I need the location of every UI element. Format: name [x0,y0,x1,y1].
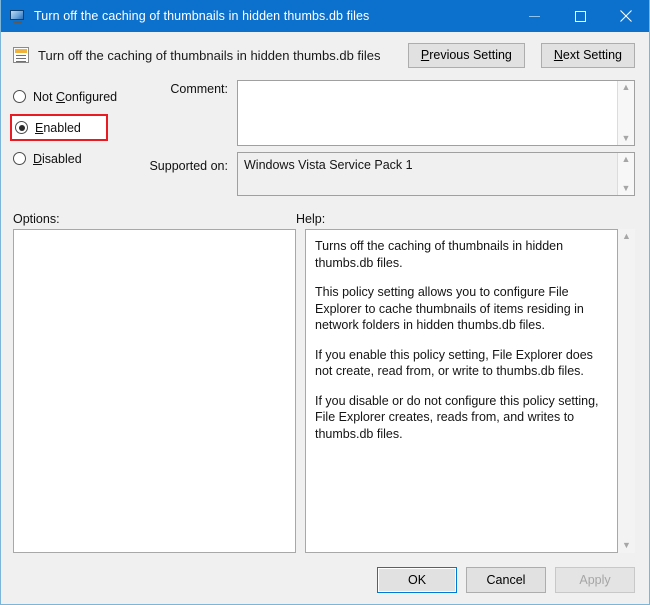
next-setting-accel: N [553,47,563,62]
header-buttons: Previous Setting Next Setting [407,42,635,68]
previous-setting-label: revious Setting [429,47,512,62]
comment-row: Comment: ▲ ▼ [145,80,635,146]
comment-label: Comment: [170,82,228,96]
supported-on-label: Supported on: [149,159,228,173]
chevron-up-icon[interactable]: ▲ [622,83,631,92]
setting-header: Turn off the caching of thumbnails in hi… [1,34,649,76]
radio-disabled[interactable]: Disabled [13,146,135,171]
previous-setting-accel: P [420,47,430,62]
help-panel-wrap: Turns off the caching of thumbnails in h… [305,229,635,553]
radio-not-configured-indicator [13,90,26,103]
radio-not-configured[interactable]: Not Configured [13,84,135,109]
radio-not-configured-label: Not Configured [33,89,118,104]
fields-area: Comment: ▲ ▼ Supported on: Windows Vista… [135,80,635,202]
comment-scrollbar[interactable]: ▲ ▼ [617,81,634,145]
help-paragraph: This policy setting allows you to config… [315,285,584,332]
settings-area: Not Configured Enabled Disabled Comment: [1,76,649,202]
chevron-up-icon[interactable]: ▲ [622,155,631,164]
panel-labels: Options: Help: [1,202,649,229]
supported-on-field: Windows Vista Service Pack 1 ▲ ▼ [237,152,635,196]
close-icon[interactable] [603,0,649,32]
comment-input[interactable]: ▲ ▼ [237,80,635,146]
chevron-up-icon[interactable]: ▲ [622,232,631,241]
supported-on-row: Supported on: Windows Vista Service Pack… [145,152,635,196]
chevron-down-icon[interactable]: ▼ [622,184,631,193]
help-paragraph: Turns off the caching of thumbnails in h… [315,239,564,270]
group-policy-setting-icon [13,47,29,63]
comment-value [238,81,617,145]
policy-setting-dialog: Turn off the caching of thumbnails in hi… [0,0,650,605]
policy-window-icon [10,8,26,24]
window-title: Turn off the caching of thumbnails in hi… [34,9,370,23]
setting-name: Turn off the caching of thumbnails in hi… [38,47,381,63]
supported-on-value: Windows Vista Service Pack 1 [244,158,413,172]
dialog-footer: OK Cancel Apply [1,559,649,604]
panels-area: Turns off the caching of thumbnails in h… [1,229,649,553]
help-panel: Turns off the caching of thumbnails in h… [305,229,618,553]
cancel-button[interactable]: Cancel [466,566,546,593]
help-paragraph: If you enable this policy setting, File … [315,347,593,379]
ok-button[interactable]: OK [377,566,457,593]
apply-button: Apply [555,566,635,593]
next-setting-button[interactable]: Next Setting [540,42,635,68]
previous-setting-button[interactable]: Previous Setting [407,42,525,68]
radio-enabled-label: Enabled [35,120,81,135]
window-controls [511,0,649,32]
maximize-icon[interactable] [557,0,603,32]
chevron-down-icon[interactable]: ▼ [622,134,631,143]
chevron-down-icon[interactable]: ▼ [622,541,631,550]
help-label: Help: [296,212,326,226]
supported-on-scrollbar[interactable]: ▲ ▼ [617,153,634,195]
radio-disabled-label: Disabled [33,151,82,166]
options-panel[interactable] [13,229,296,553]
help-scrollbar[interactable]: ▲ ▼ [618,229,635,553]
radio-enabled-indicator [15,121,28,134]
radio-disabled-indicator [13,152,26,165]
next-setting-label: ext Setting [562,47,622,62]
radio-enabled[interactable]: Enabled [10,114,108,141]
title-bar: Turn off the caching of thumbnails in hi… [1,0,649,32]
help-paragraph: If you disable or do not configure this … [315,393,599,441]
minimize-icon[interactable] [511,0,557,32]
panel-divider [296,229,305,553]
options-label: Options: [13,212,60,226]
state-radio-group: Not Configured Enabled Disabled [10,80,135,176]
